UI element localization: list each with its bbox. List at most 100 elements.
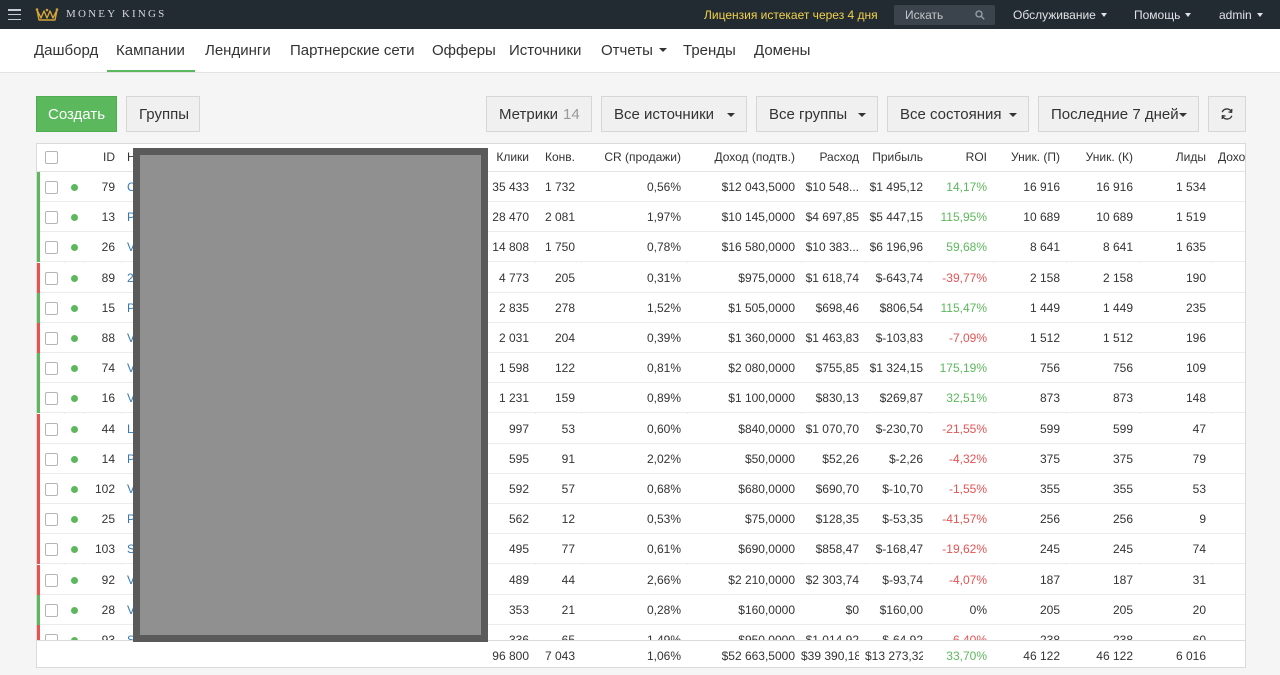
row-checkbox[interactable] (45, 211, 58, 225)
cell-cr: 2,02% (646, 451, 681, 466)
select-all-checkbox[interactable] (45, 151, 58, 164)
row-checkbox[interactable] (45, 422, 58, 436)
cell-cost: $2 303,74 (805, 572, 859, 587)
status-bar (37, 413, 40, 444)
cell-id: 79 (101, 180, 115, 194)
cell-clicks: 495 (508, 542, 529, 557)
cell-roi: 0% (969, 602, 987, 617)
cell-clicks: 595 (508, 451, 529, 466)
status-bar (37, 564, 40, 595)
col-clicks[interactable]: Клики (487, 150, 529, 164)
nav-sources[interactable]: Источники (509, 42, 581, 59)
nav-offers[interactable]: Офферы (432, 42, 496, 59)
crown-icon (35, 8, 59, 21)
cell-cr: 0,56% (646, 180, 681, 194)
brand-logo[interactable]: MONEY KINGS (35, 7, 167, 21)
cell-unique-k: 245 (1112, 542, 1133, 557)
cell-conversions: 2 081 (544, 210, 575, 225)
cell-profit: $1 324,15 (869, 361, 923, 376)
cell-conversions: 12 (561, 512, 575, 527)
col-profit[interactable]: Прибыль (865, 150, 923, 164)
period-select[interactable]: Последние 7 дней (1038, 96, 1199, 132)
groups-button[interactable]: Группы (126, 96, 200, 132)
total-profit: $13 273,32 (865, 649, 923, 663)
cell-cost: $128,35 (815, 512, 859, 527)
cell-leads: 47 (1192, 421, 1206, 436)
cell-conversions: 91 (561, 451, 575, 466)
col-unique-k[interactable]: Уник. (К) (1066, 150, 1133, 164)
cell-unique-k: 187 (1112, 572, 1133, 587)
col-revenue-2[interactable]: Дохо (1218, 150, 1245, 164)
cell-unique-k: 756 (1112, 361, 1133, 376)
col-leads[interactable]: Лиды (1139, 150, 1206, 164)
col-id[interactable]: ID (85, 150, 115, 164)
status-dot (71, 304, 78, 312)
cell-unique-p: 256 (1039, 512, 1060, 527)
service-menu-label: Обслуживание (1013, 8, 1096, 22)
row-checkbox[interactable] (45, 573, 58, 587)
service-menu[interactable]: Обслуживание (1013, 8, 1107, 22)
search-input[interactable] (894, 5, 974, 25)
sources-select[interactable]: Все источники (601, 96, 747, 132)
cell-profit: $-2,26 (888, 451, 923, 466)
nav-affiliate-networks[interactable]: Партнерские сети (290, 42, 415, 59)
col-cost[interactable]: Расход (801, 150, 859, 164)
row-checkbox[interactable] (45, 271, 58, 285)
cell-roi: -4,07% (948, 572, 987, 587)
user-menu[interactable]: admin (1219, 8, 1263, 22)
row-checkbox[interactable] (45, 392, 58, 406)
row-checkbox[interactable] (45, 181, 58, 194)
chevron-down-icon (658, 48, 667, 52)
help-menu[interactable]: Помощь (1134, 8, 1192, 22)
cell-revenue: $1 100,0000 (728, 391, 795, 406)
cell-roi: 14,17% (946, 180, 987, 194)
cell-id: 74 (101, 361, 115, 376)
col-unique-p[interactable]: Уник. (П) (993, 150, 1060, 164)
cell-leads: 9 (1199, 512, 1206, 527)
cell-leads: 20 (1192, 602, 1206, 617)
cell-unique-p: 873 (1039, 391, 1060, 406)
row-checkbox[interactable] (45, 301, 58, 315)
cell-unique-p: 599 (1039, 421, 1060, 436)
metrics-button[interactable]: Метрики 14 (486, 96, 592, 132)
cell-leads: 1 519 (1175, 210, 1206, 225)
cell-profit: $1 495,12 (869, 180, 923, 194)
nav-campaigns[interactable]: Кампании (116, 42, 185, 59)
row-checkbox[interactable] (45, 513, 58, 527)
row-checkbox[interactable] (45, 241, 58, 255)
cell-leads: 31 (1192, 572, 1206, 587)
cell-profit: $-643,74 (875, 270, 923, 285)
search-icon[interactable] (975, 10, 985, 20)
create-button[interactable]: Создать (36, 96, 117, 132)
cell-roi: -4,32% (948, 451, 987, 466)
nav-reports[interactable]: Отчеты (601, 42, 667, 59)
cell-leads: 196 (1185, 331, 1206, 345)
cell-revenue: $840,0000 (738, 421, 795, 436)
cell-cost: $830,13 (815, 391, 859, 406)
nav-dashboard[interactable]: Дашборд (34, 42, 98, 59)
status-bar (37, 323, 40, 353)
cell-conversions: 44 (561, 572, 575, 587)
nav-domains[interactable]: Домены (754, 42, 810, 59)
row-checkbox[interactable] (45, 603, 58, 617)
nav-landings[interactable]: Лендинги (205, 42, 271, 59)
row-checkbox[interactable] (45, 452, 58, 466)
total-revenue: $52 663,5000 (721, 649, 795, 663)
col-revenue[interactable]: Доход (подтв.) (687, 150, 795, 164)
refresh-button[interactable] (1208, 96, 1246, 132)
cell-roi: 59,68% (946, 240, 987, 255)
nav-trends[interactable]: Тренды (683, 42, 736, 59)
states-select[interactable]: Все состояния (887, 96, 1029, 132)
row-checkbox[interactable] (45, 362, 58, 376)
groups-select[interactable]: Все группы (756, 96, 878, 132)
row-checkbox[interactable] (45, 332, 58, 345)
col-roi[interactable]: ROI (929, 150, 987, 164)
col-cr[interactable]: CR (продажи) (581, 150, 681, 164)
row-checkbox[interactable] (45, 483, 58, 496)
hamburger-menu-icon[interactable] (8, 9, 21, 20)
row-checkbox[interactable] (45, 543, 58, 557)
status-bar (37, 383, 40, 414)
col-conversions[interactable]: Конв. (535, 150, 575, 164)
cell-roi: -7,09% (948, 331, 987, 345)
cell-leads: 235 (1185, 300, 1206, 315)
